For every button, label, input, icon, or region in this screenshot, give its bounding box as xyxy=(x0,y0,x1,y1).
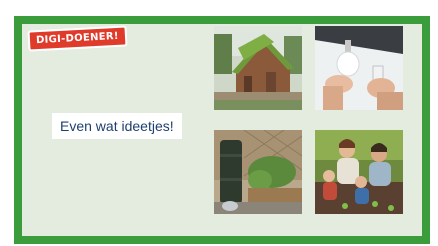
green-roof-shed-photo xyxy=(214,26,302,110)
slide-title: Even wat ideetjes! xyxy=(52,113,182,139)
led-bulb-photo xyxy=(315,26,403,110)
rain-barrel-photo xyxy=(214,130,302,214)
family-gardening-photo xyxy=(315,130,403,214)
digi-doener-badge: DIGI-DOENER! xyxy=(27,25,128,52)
